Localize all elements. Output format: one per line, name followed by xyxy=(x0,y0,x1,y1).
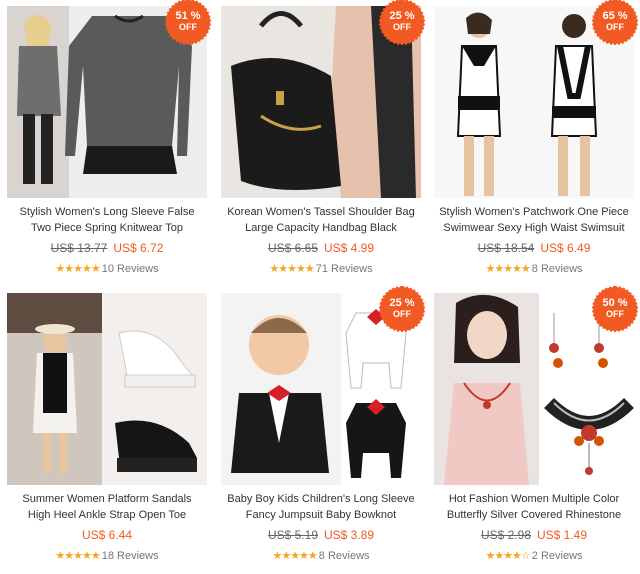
discount-badge: 65 % OFF xyxy=(592,0,638,45)
product-card[interactable]: 65 % OFF Stylish Women's Patchwork One P… xyxy=(427,0,640,287)
product-title[interactable]: Hot Fashion Women Multiple Color Butterf… xyxy=(431,491,637,523)
product-title[interactable]: Stylish Women's Patchwork One Piece Swim… xyxy=(431,204,637,236)
old-price: US$ 13.77 xyxy=(50,241,108,255)
discount-off-label: OFF xyxy=(179,22,197,32)
discount-badge: 51 % OFF xyxy=(165,0,211,45)
sale-price: US$ 6.44 xyxy=(81,528,133,542)
discount-off-label: OFF xyxy=(606,22,624,32)
sale-price: US$ 3.89 xyxy=(324,528,375,542)
product-title-line2[interactable]: Large Capacity Handbag Black xyxy=(218,220,424,236)
product-grid: 51 % OFF Stylish Women's Long Sleeve Fal… xyxy=(0,0,640,574)
product-card[interactable]: 51 % OFF Stylish Women's Long Sleeve Fal… xyxy=(0,0,214,287)
product-title[interactable]: Stylish Women's Long Sleeve False Two Pi… xyxy=(4,204,210,236)
discount-percent: 25 % xyxy=(389,297,415,309)
discount-badge: 25 % OFF xyxy=(379,286,425,332)
product-title-line1[interactable]: Hot Fashion Women Multiple Color xyxy=(431,491,637,507)
reviews-link[interactable]: 18 Reviews xyxy=(102,550,159,562)
price-row: US$ 5.19 US$ 3.89 xyxy=(214,528,428,542)
reviews-link[interactable]: 8 Reviews xyxy=(532,263,583,275)
star-rating-icon: ★★★★★ xyxy=(272,550,317,562)
product-title-line1[interactable]: Korean Women's Tassel Shoulder Bag xyxy=(218,204,424,220)
star-rating-icon: ★★★★★ xyxy=(269,263,314,275)
price-row: US$ 13.77 US$ 6.72 xyxy=(0,241,214,255)
sandals-image[interactable] xyxy=(7,293,207,485)
sale-price: US$ 6.49 xyxy=(540,241,591,255)
product-title-line1[interactable]: Summer Women Platform Sandals xyxy=(4,491,210,507)
product-card[interactable]: Summer Women Platform Sandals High Heel … xyxy=(0,287,214,574)
discount-badge: 50 % OFF xyxy=(592,286,638,332)
product-title-line2[interactable]: Two Piece Spring Knitwear Top xyxy=(4,220,210,236)
price-row: US$ 6.44 xyxy=(0,528,214,542)
rating-row[interactable]: ★★★★★ 10 Reviews xyxy=(0,262,214,275)
product-title[interactable]: Korean Women's Tassel Shoulder Bag Large… xyxy=(218,204,424,236)
price-row: US$ 2.98 US$ 1.49 xyxy=(427,528,640,542)
rating-row[interactable]: ★★★★★ 8 Reviews xyxy=(214,549,428,562)
rating-row[interactable]: ★★★★★ 71 Reviews xyxy=(214,262,428,275)
rating-row[interactable]: ★★★★★ 18 Reviews xyxy=(0,549,214,562)
star-rating-icon: ★★★★★ xyxy=(55,263,100,275)
discount-percent: 50 % xyxy=(602,297,628,309)
product-card[interactable]: 25 % OFF Korean Women's Tassel Shoulder … xyxy=(214,0,428,287)
sale-price: US$ 4.99 xyxy=(324,241,375,255)
product-title-line2[interactable]: Butterfly Silver Covered Rhinestone xyxy=(431,507,637,523)
product-title[interactable]: Summer Women Platform Sandals High Heel … xyxy=(4,491,210,523)
price-row: US$ 18.54 US$ 6.49 xyxy=(427,241,640,255)
discount-off-label: OFF xyxy=(393,309,411,319)
product-title-line2[interactable]: High Heel Ankle Strap Open Toe xyxy=(4,507,210,523)
product-title-line1[interactable]: Baby Boy Kids Children's Long Sleeve xyxy=(218,491,424,507)
discount-percent: 65 % xyxy=(602,10,628,22)
discount-percent: 25 % xyxy=(389,10,415,22)
price-row: US$ 6.65 US$ 4.99 xyxy=(214,241,428,255)
old-price: US$ 6.65 xyxy=(267,241,318,255)
product-card[interactable]: 25 % OFF Baby Boy Kids Children's Long S… xyxy=(214,286,428,574)
old-price: US$ 18.54 xyxy=(477,241,535,255)
reviews-link[interactable]: 10 Reviews xyxy=(102,263,159,275)
product-title[interactable]: Baby Boy Kids Children's Long Sleeve Fan… xyxy=(218,491,424,523)
discount-percent: 51 % xyxy=(175,10,201,22)
star-rating-icon: ★★★★★ xyxy=(485,263,530,275)
star-rating-icon: ★★★★☆ xyxy=(485,550,530,562)
discount-off-label: OFF xyxy=(393,22,411,32)
product-title-line1[interactable]: Stylish Women's Long Sleeve False xyxy=(4,204,210,220)
product-card[interactable]: 50 % OFF Hot Fashion Women Multiple Colo… xyxy=(427,286,640,574)
old-price: US$ 2.98 xyxy=(480,528,531,542)
product-title-line2[interactable]: Fancy Jumpsuit Baby Bowknot xyxy=(218,507,424,523)
rating-row[interactable]: ★★★★★ 8 Reviews xyxy=(427,262,640,275)
star-rating-icon: ★★★★★ xyxy=(55,550,100,562)
rating-row[interactable]: ★★★★☆ 2 Reviews xyxy=(427,549,640,562)
old-price: US$ 5.19 xyxy=(267,528,318,542)
sale-price: US$ 6.72 xyxy=(113,241,164,255)
sale-price: US$ 1.49 xyxy=(537,528,588,542)
reviews-link[interactable]: 71 Reviews xyxy=(316,263,373,275)
product-title-line2[interactable]: Swimwear Sexy High Waist Swimsuit xyxy=(431,220,637,236)
product-title-line1[interactable]: Stylish Women's Patchwork One Piece xyxy=(431,204,637,220)
discount-badge: 25 % OFF xyxy=(379,0,425,45)
discount-off-label: OFF xyxy=(606,309,624,319)
reviews-link[interactable]: 8 Reviews xyxy=(319,550,370,562)
reviews-link[interactable]: 2 Reviews xyxy=(532,550,583,562)
